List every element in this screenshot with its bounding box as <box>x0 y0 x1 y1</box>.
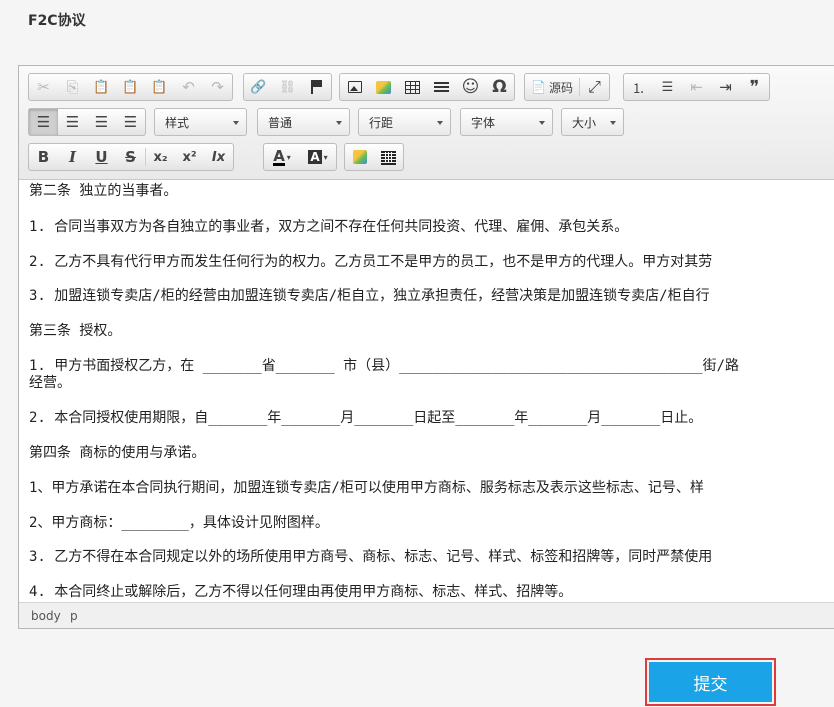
list-group: ⒈ ☰ ⇤ ⇥ ❞ <box>623 73 770 101</box>
content-paragraph: 经营。 <box>29 375 71 391</box>
line-height-label: 行距 <box>369 115 394 130</box>
redo-icon[interactable]: ↷ <box>203 74 232 100</box>
format-label: 普通 <box>268 115 293 130</box>
outdent-icon[interactable]: ⇤ <box>682 74 711 100</box>
paste-text-icon[interactable]: 📋 <box>116 74 145 100</box>
cut-icon[interactable]: ✂ <box>29 74 58 100</box>
unlink-icon[interactable]: ⛓ <box>273 74 302 100</box>
remove-format-icon[interactable]: Ix <box>204 144 233 170</box>
undo-icon[interactable]: ↶ <box>174 74 203 100</box>
page-title: F2C协议 <box>28 13 86 29</box>
paste-icon[interactable]: 📋 <box>87 74 116 100</box>
content-paragraph: 2、甲方商标：________，具体设计见附图样。 <box>29 515 329 531</box>
submit-highlight: 提交 <box>645 658 776 706</box>
chevron-down-icon <box>610 121 616 125</box>
special-char-icon[interactable]: Ω <box>485 74 514 100</box>
source-button[interactable]: 📄 源码 <box>525 74 579 100</box>
chevron-down-icon <box>437 121 443 125</box>
font-label: 字体 <box>471 115 496 130</box>
styles-label: 样式 <box>165 115 190 130</box>
image-gallery-icon[interactable] <box>345 144 374 170</box>
basic-style-group: B I U S x₂ x² Ix <box>28 143 234 171</box>
anchor-flag-icon[interactable] <box>302 74 331 100</box>
chevron-down-icon <box>336 121 342 125</box>
strikethrough-icon[interactable]: S <box>116 144 145 170</box>
maximize-icon[interactable]: ⤢ <box>580 74 609 100</box>
text-color-icon: A <box>273 146 285 166</box>
content-paragraph: 第三条 授权。 <box>29 323 122 339</box>
source-group: 📄 源码 ⤢ <box>524 73 610 101</box>
clipboard-group: ✂ ⎘ 📋 📋 📋 ↶ ↷ <box>28 73 233 101</box>
content-paragraph: 3. 乙方不得在本合同规定以外的场所使用甲方商号、商标、标志、记号、样式、标签和… <box>29 549 713 565</box>
background-color-button[interactable]: A ▾ <box>300 144 336 170</box>
bulleted-list-icon[interactable]: ☰ <box>653 74 682 100</box>
smiley-icon[interactable]: ☺ <box>456 74 485 100</box>
copy-icon[interactable]: ⎘ <box>58 74 87 100</box>
size-dropdown[interactable]: 大小 <box>561 108 624 136</box>
paste-word-icon[interactable]: 📋 <box>145 74 174 100</box>
content-paragraph: 第四条 商标的使用与承诺。 <box>29 445 206 461</box>
align-right-icon[interactable]: ☰ <box>87 109 116 135</box>
font-dropdown[interactable]: 字体 <box>460 108 553 136</box>
content-paragraph: 1. 甲方书面授权乙方，在 _______省_______ 市（县）______… <box>29 358 740 374</box>
content-paragraph: 2. 本合同授权使用期限，自_______年_______月_______日起至… <box>29 410 703 426</box>
underline-icon[interactable]: U <box>87 144 116 170</box>
content-paragraph: 4. 本合同终止或解除后，乙方不得以任何理由再使用甲方商标、标志、样式、招牌等。 <box>29 584 573 600</box>
superscript-icon[interactable]: x² <box>175 144 204 170</box>
content-paragraph: 3. 加盟连锁专卖店/柜的经营由加盟连锁专卖店/柜自立，独立承担责任，经营决策是… <box>29 288 710 304</box>
align-center-icon[interactable]: ☰ <box>58 109 87 135</box>
align-justify-icon[interactable]: ☰ <box>116 109 145 135</box>
editor-toolbar: ✂ ⎘ 📋 📋 📋 ↶ ↷ 🔗 ⛓ ☺ Ω 📄 源码 ⤢ ⒈ ☰ ⇤ ⇥ ❞ ☰… <box>19 66 834 180</box>
format-dropdown[interactable]: 普通 <box>257 108 350 136</box>
rich-text-editor: ✂ ⎘ 📋 📋 📋 ↶ ↷ 🔗 ⛓ ☺ Ω 📄 源码 ⤢ ⒈ ☰ ⇤ ⇥ ❞ ☰… <box>18 65 834 629</box>
element-path-bar: body p <box>19 602 834 628</box>
styles-dropdown[interactable]: 样式 <box>154 108 247 136</box>
content-paragraph: 1. 合同当事双方为各自独立的事业者，双方之间不存在任何共同投资、代理、雇佣、承… <box>29 219 629 235</box>
align-left-icon[interactable]: ☰ <box>29 109 58 135</box>
content-paragraph: 1、甲方承诺在本合同执行期间，加盟连锁专卖店/柜可以使用甲方商标、服务标志及表示… <box>29 480 704 496</box>
chevron-down-icon: ▾ <box>286 152 291 162</box>
table-icon[interactable] <box>398 74 427 100</box>
chevron-down-icon <box>539 121 545 125</box>
indent-icon[interactable]: ⇥ <box>711 74 740 100</box>
bold-icon[interactable]: B <box>29 144 58 170</box>
source-icon: 📄 <box>531 80 546 94</box>
line-height-dropdown[interactable]: 行距 <box>358 108 451 136</box>
chevron-down-icon: ▾ <box>323 152 328 162</box>
image-icon[interactable] <box>340 74 369 100</box>
content-paragraph: 第二条 独立的当事者。 <box>29 183 178 199</box>
submit-button[interactable]: 提交 <box>649 662 772 702</box>
alignment-group: ☰ ☰ ☰ ☰ <box>28 108 146 136</box>
path-item-p[interactable]: p <box>70 609 78 623</box>
numbered-list-icon[interactable]: ⒈ <box>624 74 653 100</box>
background-color-icon: A <box>308 150 322 164</box>
blockquote-icon[interactable]: ❞ <box>740 74 769 100</box>
horizontal-rule-icon[interactable] <box>427 74 456 100</box>
chevron-down-icon <box>233 121 239 125</box>
qrcode-icon[interactable] <box>374 144 403 170</box>
photo-icon[interactable] <box>369 74 398 100</box>
color-group: A ▾ A ▾ <box>263 143 337 171</box>
size-label: 大小 <box>572 115 597 130</box>
link-group: 🔗 ⛓ <box>243 73 332 101</box>
insert-group: ☺ Ω <box>339 73 515 101</box>
source-label: 源码 <box>548 80 573 95</box>
link-icon[interactable]: 🔗 <box>244 74 273 100</box>
text-color-button[interactable]: A ▾ <box>264 144 300 170</box>
path-item-body[interactable]: body <box>31 609 61 623</box>
subscript-icon[interactable]: x₂ <box>146 144 175 170</box>
italic-icon[interactable]: I <box>58 144 87 170</box>
content-paragraph: 2. 乙方不具有代行甲方而发生任何行为的权力。乙方员工不是甲方的员工，也不是甲方… <box>29 254 713 270</box>
editor-content[interactable]: 第二条 独立的当事者。 1. 合同当事双方为各自独立的事业者，双方之间不存在任何… <box>19 180 834 602</box>
extra-group <box>344 143 404 171</box>
